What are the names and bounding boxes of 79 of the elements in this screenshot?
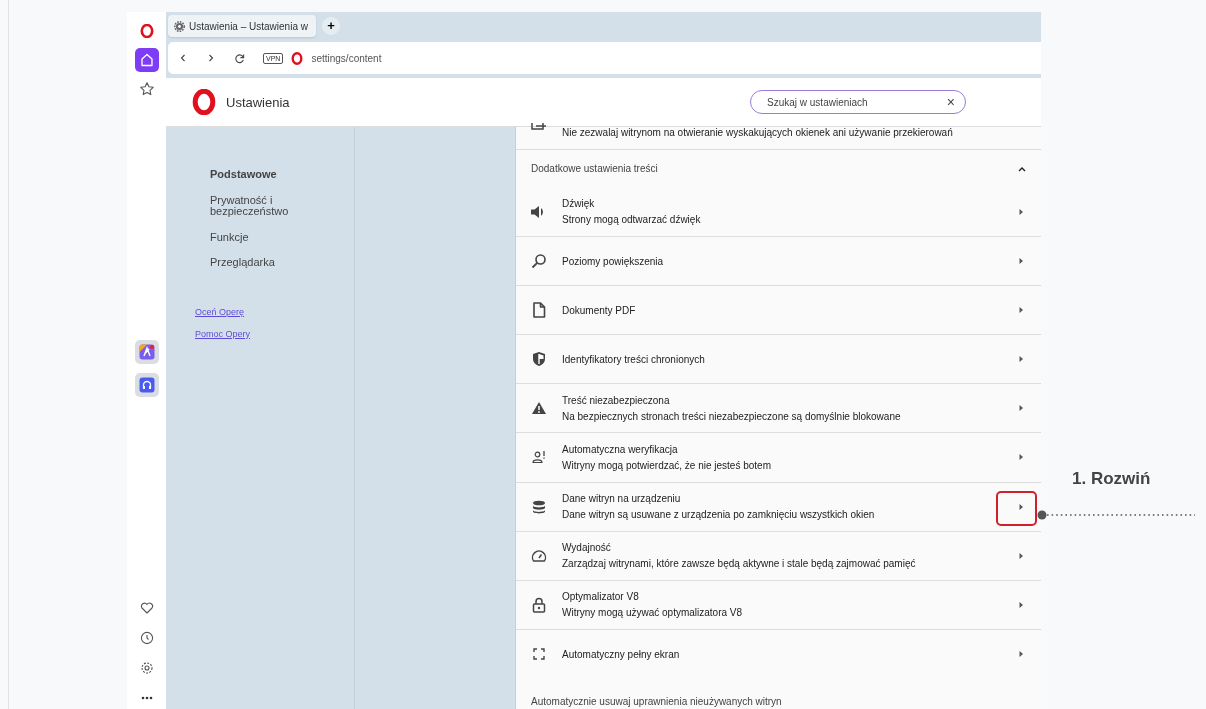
setting-title: Treść niezabezpieczona bbox=[562, 394, 671, 406]
home-icon bbox=[138, 52, 155, 68]
setting-title: Dokumenty PDF bbox=[562, 304, 637, 316]
settings-icon bbox=[139, 661, 154, 675]
nav-item[interactable]: Podstawowe bbox=[210, 169, 320, 181]
settings-row[interactable]: Automatyczny pełny ekran bbox=[516, 629, 1041, 679]
chevron-right-icon[interactable] bbox=[1017, 306, 1025, 315]
warning-icon bbox=[531, 401, 547, 416]
chevron-right-icon[interactable] bbox=[1017, 551, 1025, 560]
shield-icon bbox=[532, 351, 546, 368]
settings-row[interactable]: Wydajność Zarządzaj witrynami, które zawsze będą aktywne i stale będą zajmować pamięć bbox=[516, 531, 1041, 581]
settings-row[interactable]: Poziomy powiększenia bbox=[516, 237, 1041, 287]
setting-description: Witryny mogą potwierdzać, że nie jesteś botem bbox=[562, 460, 772, 471]
chevron-right-icon[interactable] bbox=[1017, 453, 1025, 462]
person-alert-icon bbox=[532, 450, 546, 465]
setting-description: Nie zezwalaj witrynom na otwieranie wyskakujących okienek ani używanie przekierowań bbox=[562, 127, 953, 138]
opera-logo-icon bbox=[192, 89, 216, 115]
setting-description: Witryny mogą używać optymalizatora V8 bbox=[562, 607, 744, 619]
star-icon bbox=[138, 81, 155, 97]
home-sidebar-button[interactable] bbox=[134, 48, 159, 72]
section-title: Dodatkowe ustawienia treści bbox=[531, 163, 658, 175]
settings-row[interactable]: Automatyczna weryfikacja Witryny mogą potwierdzać, że nie jesteś botem bbox=[516, 433, 1041, 483]
settings-row[interactable]: Dokumenty PDF bbox=[516, 286, 1041, 336]
app-b-sidebar-button[interactable] bbox=[134, 373, 159, 397]
chevron-right-icon[interactable] bbox=[1017, 650, 1025, 659]
setting-title: Automatyczna weryfikacja bbox=[562, 444, 679, 455]
settings-row[interactable]: Dane witryn na urządzeniu Dane witryn są usuwane z urządzenia po zamknięciu wszystkich okien bbox=[516, 482, 1041, 532]
settings-icon bbox=[174, 20, 185, 32]
clear-button[interactable]: × bbox=[946, 94, 955, 110]
heart-icon bbox=[139, 601, 154, 615]
new-tab-button[interactable]: + bbox=[321, 17, 340, 35]
headphones-icon bbox=[138, 377, 155, 393]
back-icon[interactable] bbox=[178, 53, 188, 63]
gauge-icon bbox=[531, 548, 547, 563]
chevron-right-icon[interactable] bbox=[1017, 257, 1025, 266]
database-icon bbox=[532, 499, 546, 514]
opera-logo-icon bbox=[291, 51, 304, 65]
fullscreen-icon bbox=[533, 648, 545, 661]
search-icon bbox=[531, 253, 547, 270]
annotation-label: 1. Rozwiń bbox=[1072, 469, 1151, 489]
help-link[interactable]: Pomoc Opery bbox=[195, 328, 354, 339]
app-a-sidebar-button[interactable] bbox=[134, 340, 159, 364]
chevron-right-icon[interactable] bbox=[1017, 404, 1025, 413]
page-title: Ustawienia bbox=[226, 94, 290, 110]
nav-item[interactable]: Prywatność i bezpieczeństwo bbox=[210, 194, 320, 218]
settings-row[interactable]: Dźwięk Strony mogą odtwarzać dźwięk bbox=[516, 187, 1041, 237]
setting-description: Dane witryn są usuwane z urządzenia po zamknięciu wszystkich okien bbox=[562, 509, 876, 521]
reload-icon[interactable] bbox=[234, 52, 245, 64]
lock-icon bbox=[532, 596, 546, 613]
nav-item[interactable]: Funkcje bbox=[210, 231, 320, 244]
setting-title: Dane witryn na urządzeniu bbox=[562, 493, 682, 505]
settings-row[interactable]: Identyfikatory treści chronionych bbox=[516, 335, 1041, 385]
more-icon bbox=[139, 695, 154, 701]
setting-title: Automatyczny pełny ekran bbox=[562, 648, 681, 660]
address-field[interactable]: settings/content bbox=[311, 52, 382, 64]
forward-icon[interactable] bbox=[206, 53, 216, 63]
setting-title: Optymalizator V8 bbox=[562, 591, 640, 603]
browser-tab[interactable]: Ustawienia – Ustawienia w bbox=[168, 15, 316, 37]
opera-logo-icon bbox=[139, 24, 154, 38]
document-icon bbox=[532, 302, 546, 319]
setting-title: Identyfikatory treści chronionych bbox=[562, 353, 706, 365]
setting-description: Na bezpiecznych stronach treści niezabezpieczone są domyślnie blokowane bbox=[562, 410, 902, 422]
clock-icon bbox=[139, 631, 154, 645]
setting-description: Strony mogą odtwarzać dźwięk bbox=[562, 214, 702, 226]
section-title: Automatycznie usuwaj uprawnienia nieużywanych witryn bbox=[531, 695, 782, 707]
settings-row[interactable]: Treść niezabezpieczona Na bezpiecznych stronach treści niezabezpieczone są domyślnie blokowane bbox=[516, 384, 1041, 434]
setting-title: Poziomy powiększenia bbox=[562, 255, 665, 267]
nav-item[interactable]: Przeglądarka bbox=[210, 257, 320, 269]
help-link[interactable]: Oceń Operę bbox=[195, 306, 354, 317]
chevron-right-icon[interactable] bbox=[1017, 355, 1025, 364]
app-icon bbox=[138, 344, 155, 360]
chevron-right-icon[interactable] bbox=[1017, 502, 1025, 511]
chevron-right-icon[interactable] bbox=[1017, 600, 1025, 609]
chevron-right-icon[interactable] bbox=[1017, 207, 1025, 216]
setting-title: Dźwięk bbox=[562, 198, 596, 210]
section-header[interactable]: Dodatkowe ustawienia treści bbox=[516, 149, 1041, 188]
setting-description: Zarządzaj witrynami, które zawsze będą aktywne i stale będą zajmować pamięć bbox=[562, 558, 917, 570]
settings-row[interactable]: Optymalizator V8 Witryny mogą używać optymalizatora V8 bbox=[516, 580, 1041, 630]
setting-title: Wydajność bbox=[562, 542, 612, 554]
